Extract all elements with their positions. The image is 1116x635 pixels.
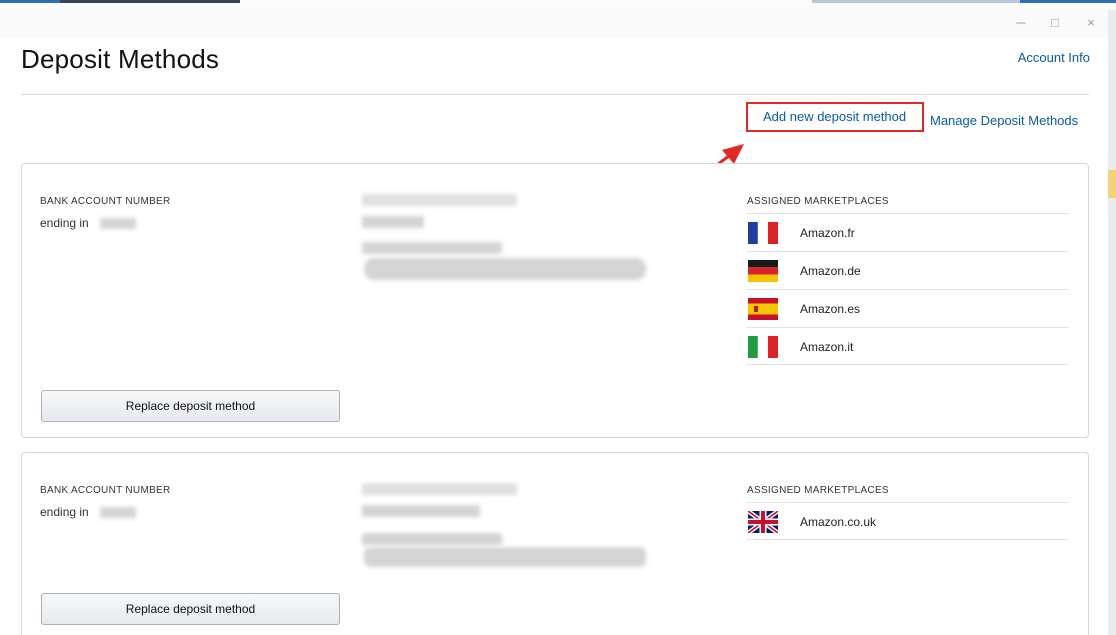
marketplace-row: Amazon.fr: [746, 213, 1069, 251]
assigned-marketplaces-label: ASSIGNED MARKETPLACES: [747, 485, 889, 496]
deposit-method-card: BANK ACCOUNT NUMBER ending in ASSIGNED M…: [21, 163, 1089, 438]
strip-segment: [0, 0, 60, 3]
bank-account-label: BANK ACCOUNT NUMBER: [40, 485, 171, 496]
germany-flag-icon: [748, 260, 778, 282]
italy-flag-icon: [748, 336, 778, 358]
bank-account-label: BANK ACCOUNT NUMBER: [40, 196, 171, 207]
marketplace-list: Amazon.fr Amazon.de Amazon.es Amazon.it: [746, 213, 1069, 365]
deposit-method-card: BANK ACCOUNT NUMBER ending in ASSIGNED M…: [21, 452, 1089, 635]
marketplace-name: Amazon.it: [800, 340, 854, 354]
maximize-button[interactable]: □: [1045, 14, 1065, 32]
marketplace-name: Amazon.de: [800, 264, 861, 278]
ending-in-text: ending in: [40, 505, 89, 519]
window-title-bar: [0, 10, 1108, 38]
replace-deposit-method-button[interactable]: Replace deposit method: [41, 390, 340, 422]
close-button[interactable]: ×: [1081, 14, 1101, 32]
marketplace-row: Amazon.it: [746, 327, 1069, 365]
add-new-deposit-method-link[interactable]: Add new deposit method: [746, 102, 924, 132]
edge-accent: [1108, 170, 1116, 198]
marketplace-row: Amazon.de: [746, 251, 1069, 289]
ending-in-text: ending in: [40, 216, 89, 230]
account-info-link[interactable]: Account Info: [1018, 50, 1090, 65]
marketplace-name: Amazon.es: [800, 302, 861, 316]
replace-deposit-method-button[interactable]: Replace deposit method: [41, 593, 340, 625]
marketplace-list: Amazon.co.uk: [746, 502, 1069, 540]
uk-flag-icon: [748, 511, 778, 533]
strip-segment: [1020, 0, 1116, 3]
redacted-address: [362, 242, 502, 254]
france-flag-icon: [748, 222, 778, 244]
redacted-bank-name: [362, 194, 517, 206]
background-window-edge: [1108, 10, 1116, 635]
marketplace-row: Amazon.es: [746, 289, 1069, 327]
spain-flag-icon: [748, 298, 778, 320]
redacted-address: [364, 258, 646, 280]
redacted-bank-detail: [362, 505, 480, 517]
redacted-digits: [100, 218, 136, 229]
minimize-button[interactable]: ─: [1011, 14, 1031, 32]
assigned-marketplaces-label: ASSIGNED MARKETPLACES: [747, 196, 889, 207]
redacted-bank-name: [362, 483, 517, 495]
marketplace-row: Amazon.co.uk: [746, 502, 1069, 540]
marketplace-name: Amazon.fr: [800, 226, 855, 240]
redacted-bank-detail: [362, 216, 424, 228]
manage-deposit-methods-link[interactable]: Manage Deposit Methods: [930, 111, 1078, 139]
redacted-digits: [100, 507, 136, 518]
marketplace-name: Amazon.co.uk: [800, 515, 877, 529]
header-divider: [21, 94, 1089, 95]
redacted-address: [364, 547, 646, 567]
page-title: Deposit Methods: [21, 44, 220, 74]
redacted-address: [362, 533, 502, 545]
background-taskbar-strip: [0, 0, 1116, 10]
